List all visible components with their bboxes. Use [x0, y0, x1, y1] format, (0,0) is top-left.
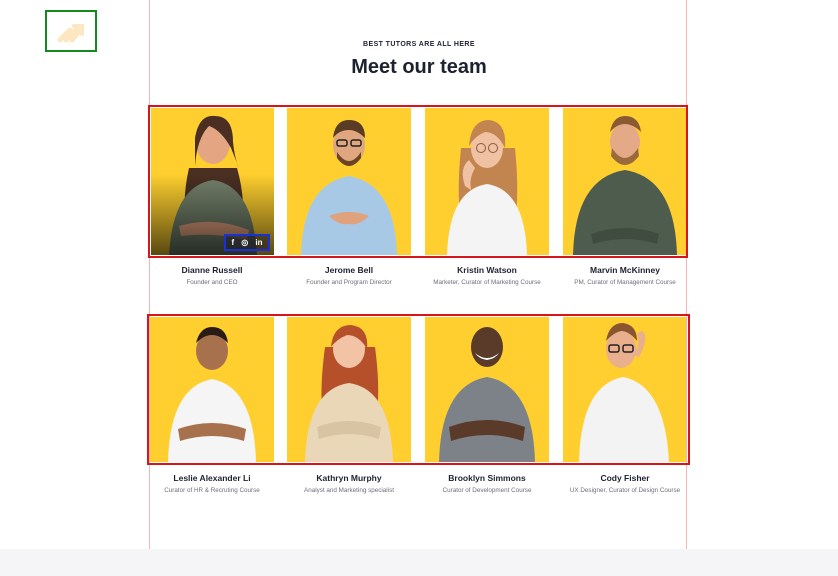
team-member-role: Analyst and Marketing specialist: [304, 487, 394, 494]
person-photo-icon: [573, 116, 677, 255]
linkedin-icon[interactable]: in: [255, 238, 262, 247]
facebook-icon[interactable]: f: [232, 238, 235, 247]
person-photo-icon: [305, 325, 393, 462]
team-member-role: UX Designer, Curator of Design Course: [569, 487, 681, 494]
team-member-name: Kristin Watson: [457, 265, 517, 275]
team-card-photo[interactable]: [563, 317, 686, 462]
team-member-name: Brooklyn Simmons: [448, 473, 526, 483]
team-card-photo[interactable]: [425, 317, 549, 462]
section-eyebrow: BEST TUTORS ARE ALL HERE: [363, 41, 475, 48]
team-member-role: Curator of Development Course: [442, 487, 532, 494]
footer-band: [0, 549, 838, 576]
team-member-name: Leslie Alexander Li: [173, 473, 251, 483]
team-member-name: Dianne Russell: [181, 265, 243, 275]
team-member-role: Founder and CEO: [186, 279, 238, 286]
person-photo-icon: [168, 327, 256, 462]
team-member-name: Marvin McKinney: [590, 265, 660, 275]
person-photo-icon: [447, 120, 527, 255]
section-title: Meet our team: [351, 56, 487, 78]
team-card-photo[interactable]: [287, 317, 411, 462]
team-member-name: Jerome Bell: [324, 265, 374, 275]
team-member-role: Founder and Program Director: [306, 279, 392, 286]
person-photo-icon: [301, 120, 397, 255]
team-card-photo[interactable]: [563, 108, 686, 255]
team-card-photo[interactable]: [151, 108, 274, 255]
person-photo-icon: [439, 327, 535, 462]
instagram-icon[interactable]: ◎: [241, 238, 248, 247]
team-member-name: Cody Fisher: [600, 473, 650, 483]
team-card-photo[interactable]: [150, 317, 274, 462]
team-member-name: Kathryn Murphy: [316, 473, 382, 483]
team-card-photo[interactable]: [425, 108, 549, 255]
team-member-role: Curator of HR & Recruting Course: [164, 487, 260, 494]
team-member-role: PM, Curator of Management Course: [574, 279, 676, 286]
social-links: f ◎ in: [224, 234, 270, 251]
person-photo-icon: [579, 323, 669, 462]
team-card-photo[interactable]: [287, 108, 411, 255]
team-member-role: Marketer, Curator of Marketing Course: [433, 279, 541, 286]
person-photo-icon: [151, 108, 274, 255]
